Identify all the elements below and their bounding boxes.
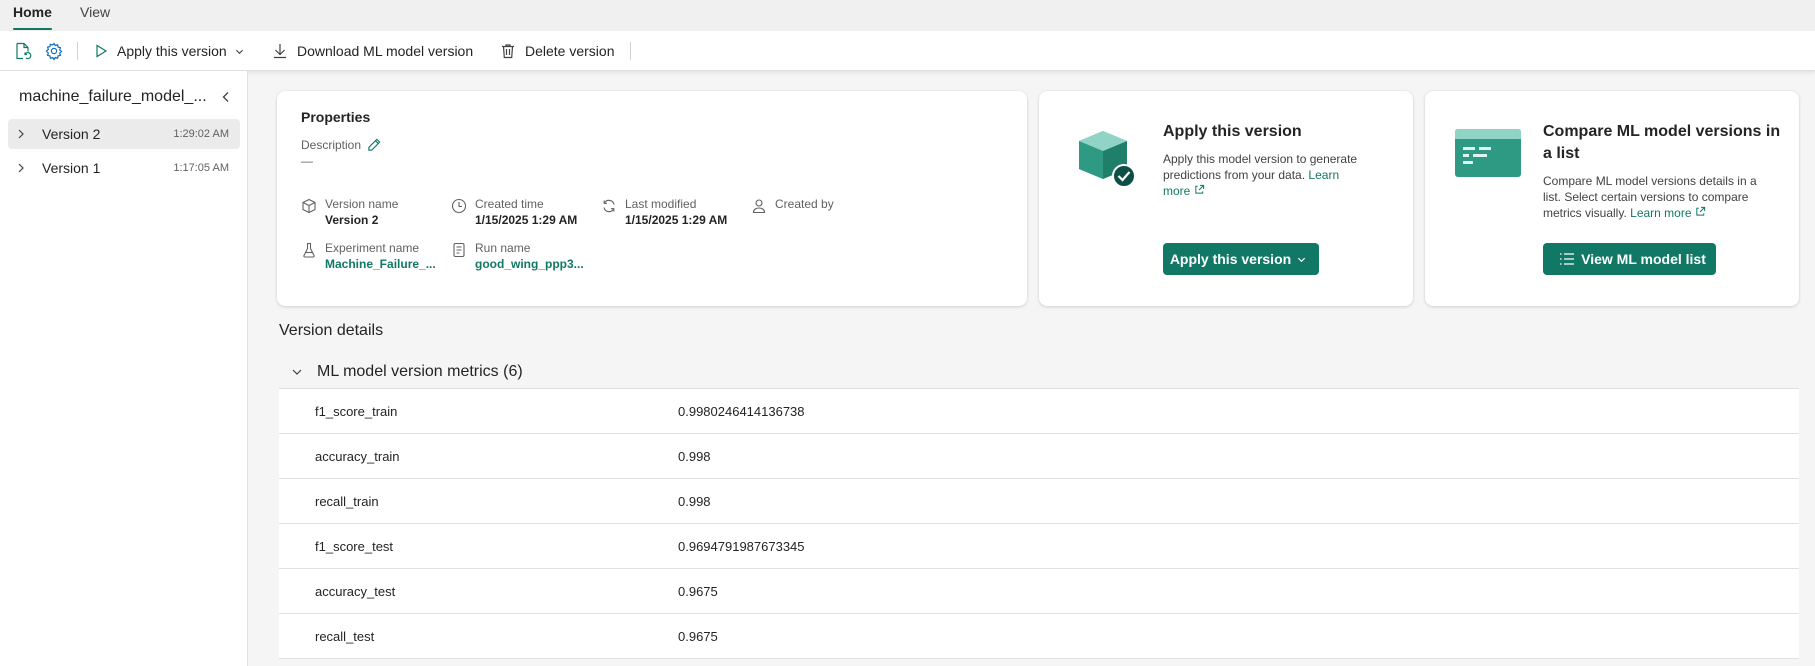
toolbar-divider <box>77 42 78 60</box>
apply-version-button-label: Apply this version <box>1169 251 1292 267</box>
download-version-button[interactable]: Download ML model version <box>271 39 473 63</box>
chevron-down-icon <box>292 369 302 375</box>
compare-learn-more-text: Learn more <box>1630 206 1692 220</box>
metrics-section-header[interactable]: ML model version metrics (6) <box>279 355 1799 389</box>
metric-value: 0.9980246414136738 <box>678 403 805 419</box>
list-window-illustration <box>1455 129 1521 177</box>
metrics-section-title: ML model version metrics (6) <box>317 362 523 380</box>
prop-run-name: Run name good_wing_ppp3... <box>451 241 584 272</box>
metric-row: f1_score_train 0.9980246414136738 <box>279 389 1799 434</box>
flask-icon <box>303 242 315 258</box>
prop-version-name: Version name Version 2 <box>301 197 398 228</box>
tab-view[interactable]: View <box>80 3 110 30</box>
metric-row: accuracy_train 0.998 <box>279 434 1799 479</box>
properties-card: Properties Description — Version name Ver… <box>277 91 1027 306</box>
version-label: Version 2 <box>42 126 101 142</box>
settings-icon[interactable] <box>44 41 64 61</box>
sync-icon <box>603 199 615 213</box>
description-label-text: Description <box>301 137 362 152</box>
person-icon <box>752 199 766 214</box>
prop-label: Created time <box>475 197 544 211</box>
version-item-2[interactable]: Version 2 1:29:02 AM <box>8 119 240 149</box>
metric-name: recall_train <box>315 493 379 509</box>
document-icon <box>453 242 465 258</box>
version-time: 1:17:05 AM <box>173 162 229 174</box>
apply-card-description: Apply this model version to generate pre… <box>1163 151 1363 199</box>
metric-row: recall_test 0.9675 <box>279 614 1799 659</box>
metric-row: accuracy_test 0.9675 <box>279 569 1799 614</box>
tab-home[interactable]: Home <box>13 3 52 30</box>
run-link[interactable]: good_wing_ppp3... <box>475 256 584 272</box>
prop-label: Last modified <box>625 197 697 211</box>
delete-version-label: Delete version <box>525 43 615 59</box>
prop-created-by: Created by <box>751 197 834 214</box>
download-icon <box>274 44 286 59</box>
view-model-list-label: View ML model list <box>1581 251 1706 267</box>
list-icon <box>1560 253 1575 265</box>
prop-created-time: Created time 1/15/2025 1:29 AM <box>451 197 577 228</box>
cube-icon <box>302 198 316 214</box>
prop-value: Version 2 <box>325 213 379 227</box>
metric-name: accuracy_test <box>315 583 396 599</box>
version-time: 1:29:02 AM <box>173 128 229 140</box>
view-model-list-button[interactable]: View ML model list <box>1543 243 1716 275</box>
metric-value: 0.998 <box>678 448 711 464</box>
cube-check-illustration <box>1079 131 1136 188</box>
refresh-document-icon[interactable] <box>13 41 33 61</box>
metric-value: 0.9675 <box>678 583 718 599</box>
metric-name: f1_score_test <box>315 538 394 554</box>
chevron-left-icon[interactable] <box>220 91 232 103</box>
toolbar-divider <box>630 42 631 60</box>
metric-value: 0.9675 <box>678 628 718 644</box>
toolbar: Apply this version Download ML model ver… <box>0 31 1815 71</box>
prop-label: Created by <box>775 197 834 211</box>
description-value: — <box>301 154 313 168</box>
chevron-down-icon <box>235 49 243 54</box>
metric-value: 0.9694791987673345 <box>678 538 805 554</box>
download-version-label: Download ML model version <box>297 43 474 59</box>
trash-icon <box>502 44 514 59</box>
apply-version-toolbar-button[interactable]: Apply this version <box>93 39 244 63</box>
play-icon <box>96 44 108 58</box>
model-name: machine_failure_model_... <box>19 88 207 105</box>
prop-experiment-name: Experiment name Machine_Failure_... <box>301 241 436 272</box>
compare-card-description: Compare ML model versions details in a l… <box>1543 173 1763 221</box>
clock-icon <box>451 198 467 214</box>
apply-version-toolbar-label: Apply this version <box>117 43 227 59</box>
apply-card-title: Apply this version <box>1163 123 1302 140</box>
chevron-down-icon <box>1298 257 1306 262</box>
metric-value: 0.998 <box>678 493 711 509</box>
ribbon-tabs: Home View <box>0 0 1815 31</box>
experiment-link[interactable]: Machine_Failure_... <box>325 256 436 272</box>
metric-name: recall_test <box>315 628 375 644</box>
compare-card-title: Compare ML model versions in a list <box>1543 123 1781 162</box>
apply-version-button[interactable]: Apply this version <box>1163 243 1319 275</box>
metric-row: f1_score_test 0.9694791987673345 <box>279 524 1799 569</box>
description-label: Description <box>301 137 382 152</box>
edit-pencil-icon[interactable] <box>367 137 382 152</box>
external-link-icon <box>1195 184 1204 194</box>
prop-label: Experiment name <box>325 241 420 255</box>
metric-name: accuracy_train <box>315 448 400 464</box>
chevron-right-icon[interactable] <box>17 163 25 173</box>
chevron-right-icon[interactable] <box>17 129 25 139</box>
version-details-title: Version details <box>279 322 384 339</box>
apply-version-card: Apply this version Apply this model vers… <box>1039 91 1413 306</box>
delete-version-button[interactable]: Delete version <box>499 39 615 63</box>
properties-title: Properties <box>301 109 371 125</box>
prop-last-modified: Last modified 1/15/2025 1:29 AM <box>601 197 727 228</box>
metrics-table: f1_score_train 0.9980246414136738 accurac… <box>279 389 1799 659</box>
versions-sidebar: machine_failure_model_... Version 2 1:29… <box>0 71 248 666</box>
prop-label: Run name <box>475 241 531 255</box>
version-label: Version 1 <box>42 160 101 176</box>
external-link-icon <box>1696 206 1705 216</box>
version-item-1[interactable]: Version 1 1:17:05 AM <box>8 153 240 183</box>
compare-versions-card: Compare ML model versions in a list Comp… <box>1425 91 1799 306</box>
compare-learn-more-link[interactable]: Learn more <box>1630 206 1706 220</box>
prop-label: Version name <box>325 197 399 211</box>
metric-name: f1_score_train <box>315 403 398 419</box>
prop-value: 1/15/2025 1:29 AM <box>475 213 578 227</box>
metric-row: recall_train 0.998 <box>279 479 1799 524</box>
prop-value: 1/15/2025 1:29 AM <box>625 213 728 227</box>
